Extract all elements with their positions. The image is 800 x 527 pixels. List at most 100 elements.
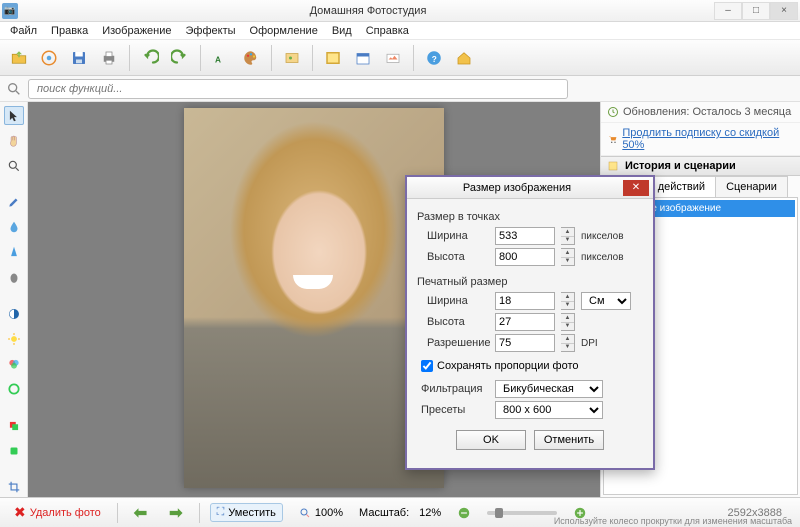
prev-button[interactable]: ⬅ xyxy=(128,501,153,525)
app-icon: 📷 xyxy=(2,3,18,19)
print-unit-select[interactable]: См xyxy=(581,292,631,310)
zoom-icon xyxy=(299,507,311,519)
menu-view[interactable]: Вид xyxy=(326,24,358,38)
scale-value: 12% xyxy=(419,507,441,519)
pixel-width-input[interactable] xyxy=(495,227,555,245)
zoom-tool-icon[interactable] xyxy=(4,156,24,175)
history-panel-title: История и сценарии xyxy=(625,160,736,172)
zoom-100-label: 100% xyxy=(315,507,343,519)
clone-tool-icon[interactable] xyxy=(4,416,24,435)
next-button[interactable]: ➡ xyxy=(163,501,188,525)
hue-tool-icon[interactable] xyxy=(4,380,24,399)
print-height-input[interactable] xyxy=(495,313,555,331)
print-width-spinner[interactable]: ▲▼ xyxy=(561,292,575,310)
zoom-slider[interactable] xyxy=(487,511,557,515)
open-file-icon[interactable] xyxy=(6,45,32,71)
brush-tool-icon[interactable] xyxy=(4,193,24,212)
print-icon[interactable] xyxy=(96,45,122,71)
history-icon xyxy=(607,160,619,172)
zoom-100-button[interactable]: 100% xyxy=(293,505,349,521)
patch-tool-icon[interactable] xyxy=(4,441,24,460)
maximize-button[interactable]: □ xyxy=(742,2,770,20)
photo-tool-icon[interactable] xyxy=(279,45,305,71)
close-button[interactable]: × xyxy=(770,2,798,20)
delete-photo-button[interactable]: ✖ Удалить фото xyxy=(8,502,107,523)
text-icon[interactable]: A xyxy=(208,45,234,71)
fit-icon: ⛶ xyxy=(217,506,225,519)
update-info: Обновления: Осталось 3 месяца xyxy=(601,102,800,123)
main-area: Обновления: Осталось 3 месяца Продлить п… xyxy=(0,102,800,497)
svg-text:?: ? xyxy=(432,54,437,63)
home-icon[interactable] xyxy=(451,45,477,71)
resolution-input[interactable] xyxy=(495,334,555,352)
save-icon[interactable] xyxy=(66,45,92,71)
menu-effects[interactable]: Эффекты xyxy=(180,24,242,38)
menubar: Файл Правка Изображение Эффекты Оформлен… xyxy=(0,22,800,40)
resolution-spinner[interactable]: ▲▼ xyxy=(561,334,575,352)
width-label: Ширина xyxy=(427,230,489,242)
search-input[interactable] xyxy=(28,79,568,99)
menu-help[interactable]: Справка xyxy=(360,24,415,38)
sharpen-tool-icon[interactable] xyxy=(4,243,24,262)
clock-icon xyxy=(607,106,619,118)
menu-design[interactable]: Оформление xyxy=(244,24,324,38)
undo-icon[interactable] xyxy=(137,45,163,71)
cancel-button[interactable]: Отменить xyxy=(534,430,604,450)
pixel-unit-2: пикселов xyxy=(581,252,624,263)
preset-select[interactable]: 800 x 600 xyxy=(495,401,603,419)
smudge-tool-icon[interactable] xyxy=(4,268,24,287)
dpi-unit: DPI xyxy=(581,338,598,349)
minimize-button[interactable]: – xyxy=(714,2,742,20)
ok-button[interactable]: OK xyxy=(456,430,526,450)
filter-select[interactable]: Бикубическая xyxy=(495,380,603,398)
svg-text:A: A xyxy=(215,55,221,64)
palette-icon[interactable] xyxy=(238,45,264,71)
window-title: Домашняя Фотостудия xyxy=(22,5,714,17)
status-hint: Используйте колесо прокрутки для изменен… xyxy=(554,516,792,526)
hand-tool-icon[interactable] xyxy=(4,131,24,150)
zoom-out-button[interactable] xyxy=(451,504,477,522)
dialog-close-icon[interactable]: ✕ xyxy=(623,180,649,196)
menu-image[interactable]: Изображение xyxy=(96,24,177,38)
pointer-tool-icon[interactable] xyxy=(4,106,24,125)
pixel-unit: пикселов xyxy=(581,231,624,242)
resolution-label: Разрешение xyxy=(427,337,489,349)
filter-label: Фильтрация xyxy=(421,383,489,395)
browse-icon[interactable] xyxy=(36,45,62,71)
zoom-thumb[interactable] xyxy=(495,508,503,518)
menu-edit[interactable]: Правка xyxy=(45,24,94,38)
calendar-icon[interactable] xyxy=(350,45,376,71)
frame-icon[interactable] xyxy=(320,45,346,71)
search-bar xyxy=(0,76,800,102)
print-width-input[interactable] xyxy=(495,292,555,310)
keep-ratio-checkbox[interactable] xyxy=(421,360,433,372)
help-icon[interactable]: ? xyxy=(421,45,447,71)
redo-icon[interactable] xyxy=(167,45,193,71)
dialog-titlebar[interactable]: Размер изображения ✕ xyxy=(407,177,653,199)
promo-link[interactable]: Продлить подписку со скидкой 50% xyxy=(622,127,794,151)
height-label: Высота xyxy=(427,251,489,263)
history-panel-header: История и сценарии xyxy=(601,156,800,176)
card-icon[interactable] xyxy=(380,45,406,71)
scale-label: Масштаб: xyxy=(359,507,409,519)
search-icon xyxy=(6,81,22,97)
pixel-width-spinner[interactable]: ▲▼ xyxy=(561,227,575,245)
print-height-spinner[interactable]: ▲▼ xyxy=(561,313,575,331)
preset-label: Пресеты xyxy=(421,404,489,416)
update-text: Обновления: Осталось 3 месяца xyxy=(623,106,791,118)
fit-button[interactable]: ⛶ Уместить xyxy=(210,503,283,522)
pixel-height-input[interactable] xyxy=(495,248,555,266)
drop-tool-icon[interactable] xyxy=(4,218,24,237)
delete-icon: ✖ xyxy=(14,504,26,521)
crop-tool-icon[interactable] xyxy=(4,478,24,497)
color-tool-icon[interactable] xyxy=(4,355,24,374)
cart-icon xyxy=(607,133,618,145)
contrast-tool-icon[interactable] xyxy=(4,305,24,324)
pixel-height-spinner[interactable]: ▲▼ xyxy=(561,248,575,266)
brightness-tool-icon[interactable] xyxy=(4,330,24,349)
minus-icon xyxy=(457,506,471,520)
arrow-right-icon: ➡ xyxy=(169,503,182,523)
tab-scenarios[interactable]: Сценарии xyxy=(715,176,788,197)
print-width-label: Ширина xyxy=(427,295,489,307)
menu-file[interactable]: Файл xyxy=(4,24,43,38)
